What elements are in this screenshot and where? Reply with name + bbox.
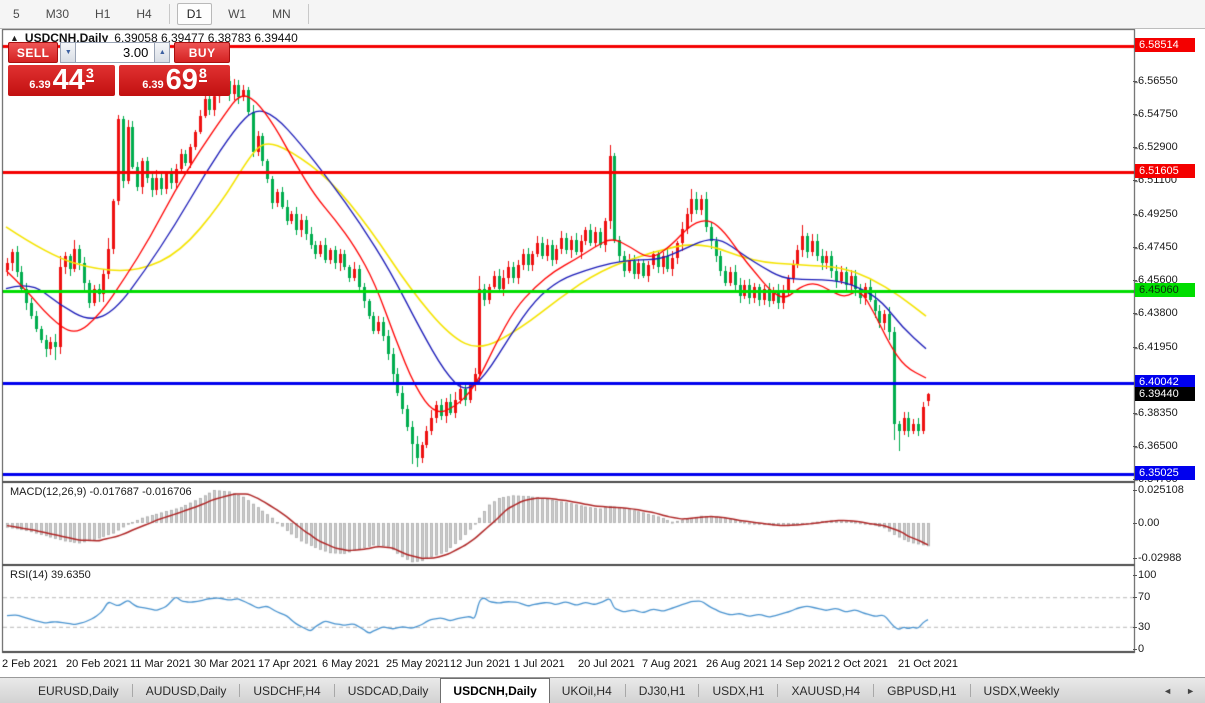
chart-tab-usdx-h1[interactable]: USDX,H1 (700, 678, 776, 703)
tab-separator (132, 684, 133, 697)
volume-decrease-button[interactable]: ▼ (60, 42, 76, 63)
buy-price-button[interactable]: 6.39 69 8 (119, 65, 230, 96)
buy-price-base: 6.39 (142, 79, 163, 91)
toolbar-separator (169, 4, 170, 24)
mt4-window: 5 M30 H1 H4 D1 W1 MN ▲ USDCNH,Daily 6.39 0 5 8 6.… (0, 0, 1205, 702)
timeframe-h4[interactable]: H4 (126, 3, 161, 25)
price-tick-label: 30 (1138, 621, 1150, 633)
date-label: 25 May 2021 (386, 658, 450, 670)
chart-tab-ukoil-h4[interactable]: UKOil,H4 (550, 678, 624, 703)
price-tick-label: 70 (1138, 591, 1150, 603)
timeframe-d1[interactable]: D1 (177, 3, 212, 25)
volume-input[interactable] (76, 42, 154, 63)
buy-price-point: 8 (199, 67, 207, 82)
chart-tab-eurusd-daily[interactable]: EURUSD,Daily (26, 678, 131, 703)
rsi-indicator-label: RSI(14) 39.6350 (10, 569, 91, 581)
date-label: 30 Mar 2021 (194, 658, 256, 670)
price-level-label: 6.58514 (1135, 38, 1195, 52)
macd-indicator-label: MACD(12,26,9) -0.017687 -0.016706 (10, 486, 192, 498)
price-chart-canvas[interactable] (0, 0, 1205, 702)
chevron-down-icon: ▼ (65, 49, 72, 56)
sell-button[interactable]: SELL (8, 42, 58, 63)
price-tick-label: 0 (1138, 643, 1144, 655)
timeframe-h1[interactable]: H1 (85, 3, 120, 25)
price-level-label: 6.51605 (1135, 164, 1195, 178)
date-label: 20 Feb 2021 (66, 658, 128, 670)
chart-tab-usdchf-h4[interactable]: USDCHF,H4 (241, 678, 332, 703)
price-tick-label: 6.47450 (1138, 241, 1178, 253)
chart-tab-usdcnh-daily[interactable]: USDCNH,Daily (440, 678, 549, 703)
tab-separator (777, 684, 778, 697)
tab-separator (334, 684, 335, 697)
date-label: 2 Oct 2021 (834, 658, 888, 670)
chart-tab-usdx-weekly[interactable]: USDX,Weekly (972, 678, 1072, 703)
price-level-label: 6.35025 (1135, 466, 1195, 480)
tab-separator (239, 684, 240, 697)
timeframe-5[interactable]: 5 (3, 3, 30, 25)
volume-increase-button[interactable]: ▲ (154, 42, 170, 63)
timeframe-m30[interactable]: M30 (36, 3, 79, 25)
date-label: 20 Jul 2021 (578, 658, 635, 670)
price-tick-label: 6.49250 (1138, 208, 1178, 220)
chart-tab-bar: EURUSD,DailyAUDUSD,DailyUSDCHF,H4USDCAD,… (0, 677, 1205, 703)
price-level-label: 6.45060 (1135, 283, 1195, 297)
tab-separator (873, 684, 874, 697)
price-tick-label: -0.02988 (1138, 552, 1181, 564)
date-label: 14 Sep 2021 (770, 658, 832, 670)
sell-price-pips: 44 (53, 67, 85, 94)
price-tick-label: 0.025108 (1138, 484, 1184, 496)
chevron-up-icon: ▲ (159, 49, 166, 56)
date-label: 2 Feb 2021 (2, 658, 58, 670)
buy-price-pips: 69 (166, 67, 198, 94)
chart-tab-usdcad-daily[interactable]: USDCAD,Daily (336, 678, 441, 703)
sell-price-button[interactable]: 6.39 44 3 (8, 65, 115, 96)
price-tick-label: 6.38350 (1138, 407, 1178, 419)
chart-tab-audusd-daily[interactable]: AUDUSD,Daily (134, 678, 239, 703)
date-label: 17 Apr 2021 (258, 658, 317, 670)
tab-separator (698, 684, 699, 697)
date-label: 12 Jun 2021 (450, 658, 511, 670)
price-tick-label: 100 (1138, 569, 1156, 581)
one-click-trading-panel: SELL ▼ ▲ BUY 6.39 44 3 6.39 69 8 (8, 42, 230, 96)
tab-separator (970, 684, 971, 697)
price-level-label: 6.39440 (1135, 387, 1195, 401)
tab-scroll-controls: ◄ ► (1163, 678, 1195, 703)
price-tick-label: 6.56550 (1138, 75, 1178, 87)
sell-price-base: 6.39 (29, 79, 50, 91)
sell-price-point: 3 (86, 67, 94, 82)
price-tick-label: 6.52900 (1138, 141, 1178, 153)
timeframe-mn[interactable]: MN (262, 3, 301, 25)
date-label: 11 Mar 2021 (130, 658, 191, 670)
timeframe-w1[interactable]: W1 (218, 3, 256, 25)
date-label: 6 May 2021 (322, 658, 379, 670)
date-label: 1 Jul 2021 (514, 658, 565, 670)
chart-tab-xauusd-h4[interactable]: XAUUSD,H4 (779, 678, 872, 703)
date-label: 26 Aug 2021 (706, 658, 768, 670)
buy-button[interactable]: BUY (174, 42, 230, 63)
date-label: 21 Oct 2021 (898, 658, 958, 670)
tab-separator (625, 684, 626, 697)
tabbar-spacer (0, 678, 26, 703)
toolbar-separator (308, 4, 309, 24)
chart-tab-gbpusd-h1[interactable]: GBPUSD,H1 (875, 678, 968, 703)
scroll-right-icon[interactable]: ► (1186, 686, 1195, 696)
price-tick-label: 0.00 (1138, 517, 1159, 529)
price-tick-label: 6.36500 (1138, 440, 1178, 452)
price-tick-label: 6.43800 (1138, 307, 1178, 319)
timeframe-toolbar: 5 M30 H1 H4 D1 W1 MN (0, 0, 1205, 29)
price-tick-label: 6.54750 (1138, 108, 1178, 120)
scroll-left-icon[interactable]: ◄ (1163, 686, 1172, 696)
date-label: 7 Aug 2021 (642, 658, 698, 670)
chart-tab-dj30-h1[interactable]: DJ30,H1 (627, 678, 698, 703)
price-tick-label: 6.41950 (1138, 341, 1178, 353)
